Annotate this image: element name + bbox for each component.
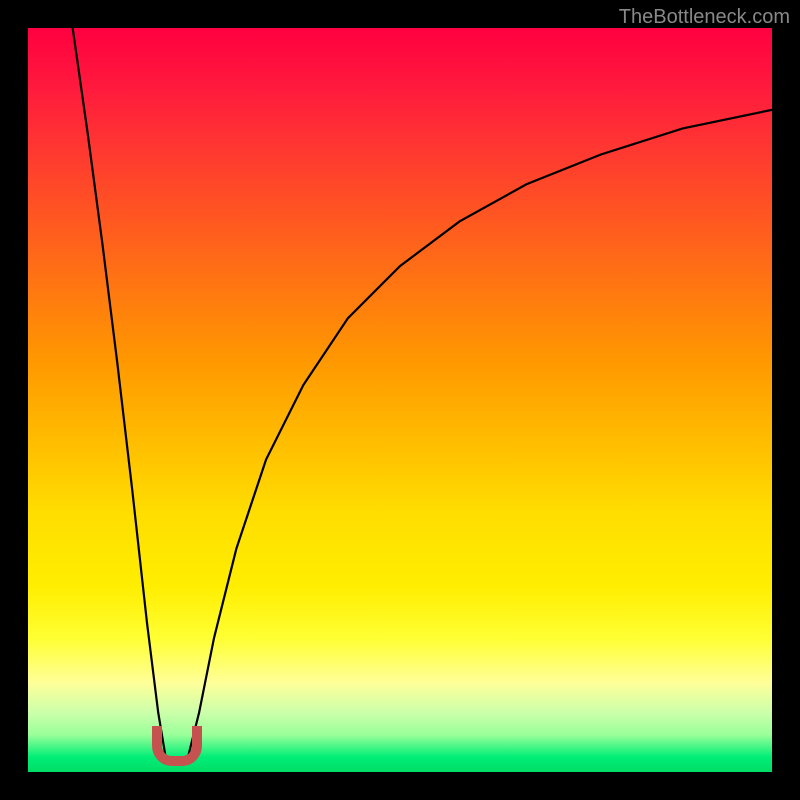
plot-area — [28, 28, 772, 772]
minimum-marker-icon — [152, 726, 202, 766]
curve-svg — [28, 28, 772, 772]
curve-left-branch — [73, 28, 166, 757]
curve-right-branch — [188, 110, 772, 757]
watermark-text: TheBottleneck.com — [619, 6, 790, 29]
